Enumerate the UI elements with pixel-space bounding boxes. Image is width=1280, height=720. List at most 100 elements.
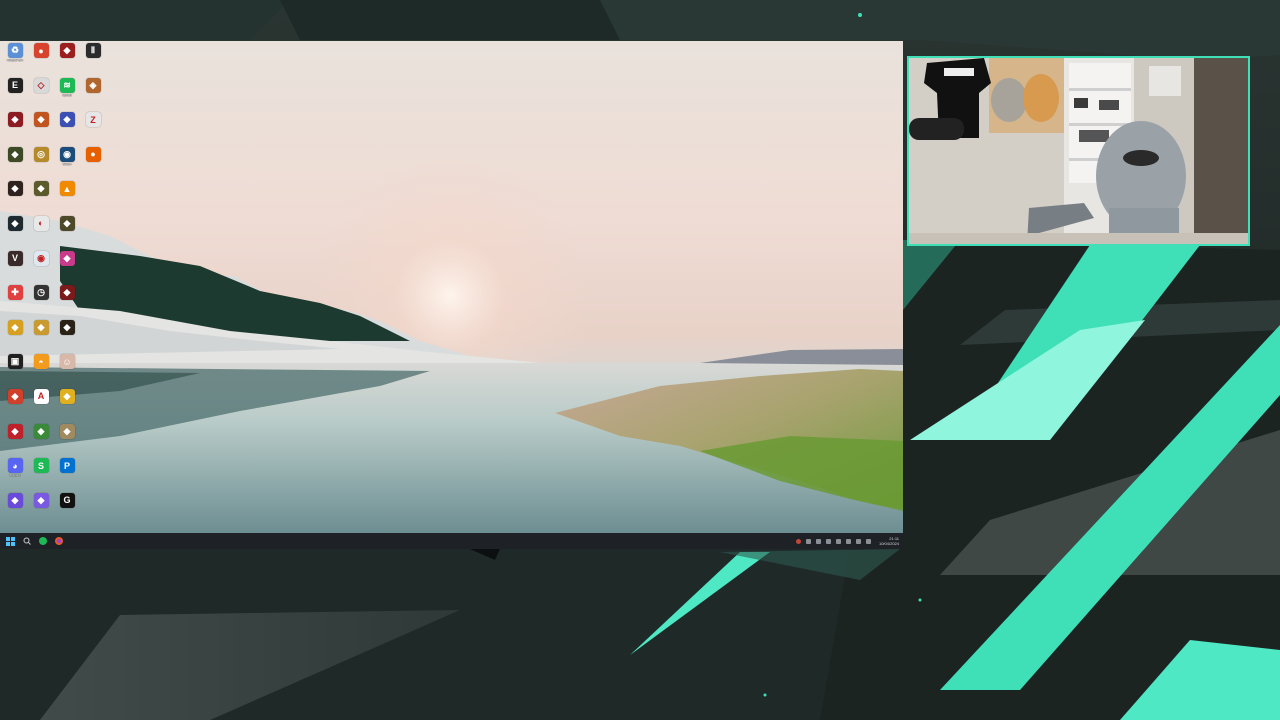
desktop-icon[interactable]: ●	[80, 146, 106, 182]
network-icon[interactable]	[845, 538, 851, 544]
tray-icon[interactable]	[835, 538, 841, 544]
desktop-icon[interactable]: A	[28, 388, 54, 424]
firefox-taskbar-button[interactable]	[54, 537, 63, 546]
desktop-icon[interactable]: Z	[80, 112, 106, 147]
desktop-icon[interactable]: ☺	[54, 354, 80, 389]
desktop-icon[interactable]: ◆	[54, 285, 80, 320]
desktop-icon[interactable]: ◇	[28, 77, 54, 113]
desktop-icon[interactable]: G	[54, 492, 80, 528]
spotify-taskbar-button[interactable]	[38, 537, 47, 546]
steam-icon: ◉	[59, 146, 75, 162]
game-pink-icon: ◆	[59, 250, 75, 266]
desktop-icon-label	[54, 301, 80, 309]
desktop-icon	[80, 458, 106, 493]
desktop-icon[interactable]: ◆	[54, 319, 80, 355]
desktop-icon-label	[28, 440, 54, 448]
desktop-icon[interactable]: ◕ Discord	[2, 458, 28, 493]
desktop-icon-label	[54, 509, 80, 517]
desktop-icon	[80, 320, 106, 355]
desktop-icon[interactable]: ≋ Spotify	[54, 77, 80, 113]
desktop-icon[interactable]: ◆	[28, 423, 54, 459]
desktop-icon[interactable]: E	[2, 77, 28, 113]
desktop-icon-label	[80, 128, 106, 136]
desktop-icon[interactable]: ◆	[2, 388, 28, 424]
search-button[interactable]	[22, 537, 31, 546]
tray-icon[interactable]	[825, 538, 831, 544]
desktop-icon[interactable]: ◆	[54, 215, 80, 251]
desktop-icon[interactable]: ◆	[54, 112, 80, 147]
desktop-icon[interactable]: ◆	[28, 181, 54, 216]
desktop-icon-label	[2, 509, 28, 517]
desktop-icon-label	[28, 163, 54, 171]
desktop-icon[interactable]: ◆	[54, 250, 80, 286]
desktop-icon[interactable]: ▣	[2, 354, 28, 389]
desktop-icon[interactable]: ◆	[28, 319, 54, 355]
desktop-icon-label	[54, 405, 80, 413]
desktop-icon[interactable]: ◓	[28, 354, 54, 389]
clock-date: 10/04/2024	[878, 541, 899, 546]
desktop-icon[interactable]: ◎	[28, 146, 54, 182]
desktop-icon	[80, 216, 106, 251]
desktop-icon[interactable]: ◆	[2, 112, 28, 147]
vlc-icon: ▲	[59, 181, 75, 197]
desktop-icon[interactable]: ◆	[2, 423, 28, 459]
spotify-icon	[38, 537, 47, 545]
desktop-icon[interactable]: ◆	[54, 388, 80, 424]
desktop-icon-label	[80, 59, 106, 67]
desktop-icon-label: Recycle Bin	[7, 59, 23, 62]
desktop-icon[interactable]: P	[54, 458, 80, 493]
desktop-icon-label	[54, 474, 80, 482]
taskbar-clock[interactable]: 21:11 10/04/2024	[879, 536, 899, 546]
z-app-icon: Z	[85, 112, 101, 128]
desktop-icon[interactable]: ◆	[2, 492, 28, 528]
desktop-icon-label	[2, 232, 28, 240]
desktop-icon[interactable]: ◆	[2, 181, 28, 216]
red-tray-icon[interactable]	[795, 538, 801, 544]
desktop-icon[interactable]: ◆	[28, 492, 54, 528]
desktop-icon	[80, 181, 106, 216]
game-red2-icon: ◆	[7, 112, 23, 128]
desktop-icon[interactable]: ◉ Steam	[54, 146, 80, 182]
search-icon	[23, 537, 31, 545]
desktop-icon[interactable]: V	[2, 250, 28, 286]
desktop-icon[interactable]: ◆	[28, 112, 54, 147]
desktop-icon-label	[28, 509, 54, 517]
game-yellow2-icon: ◆	[33, 319, 49, 335]
desktop-icon[interactable]: ◐	[28, 215, 54, 251]
game-orange-icon: ◈	[85, 77, 101, 93]
desktop-icon[interactable]: ♻ Recycle Bin	[2, 43, 28, 78]
desktop-icon-label	[2, 128, 28, 136]
game-dark2-icon: ◆	[7, 181, 23, 197]
desktop-icon[interactable]: ◆	[2, 319, 28, 355]
desktop-icon[interactable]: S	[28, 458, 54, 493]
desktop-icon[interactable]: ◆	[2, 146, 28, 182]
desktop-icon	[80, 424, 106, 459]
tray-icon[interactable]	[815, 538, 821, 544]
desktop-icon[interactable]: Ⅱ	[80, 43, 106, 78]
desktop-icon[interactable]: ◆	[54, 423, 80, 459]
game-orange2-icon: ◆	[33, 112, 49, 128]
desktop-screen-capture: ♻ Recycle Bin ● ◆ Ⅱ E ◇ ≋ Spotify ◈ ◆ ◆ ◆ Z ◆ ◎ ◉ Steam ● ◆…	[0, 41, 903, 549]
desktop-icon[interactable]: ◈	[80, 77, 106, 113]
game-a-icon: A	[33, 388, 49, 404]
desktop-icon[interactable]: ●	[28, 43, 54, 78]
game-gold-icon: ◎	[33, 146, 49, 162]
desktop-icon-label	[28, 370, 54, 378]
desktop-icon[interactable]: ✚	[2, 285, 28, 320]
desktop-icon[interactable]: ▲	[54, 181, 80, 216]
app-red-circle-icon: ●	[33, 43, 49, 58]
desktop-icon[interactable]: ◆	[2, 215, 28, 251]
desktop-icon[interactable]: ◷	[28, 285, 54, 320]
app-dark-box-icon: ▣	[7, 354, 23, 370]
volume-icon[interactable]	[855, 538, 861, 544]
battery-icon[interactable]	[865, 538, 871, 544]
desktop-icon[interactable]: ◆	[54, 43, 80, 78]
tray-icon[interactable]	[805, 538, 811, 544]
desktop-icon-label	[28, 267, 54, 275]
playstation-icon: P	[59, 458, 75, 474]
desktop-icon[interactable]: ◉	[28, 250, 54, 286]
desktop-icon-label	[28, 59, 54, 67]
game-gold2-icon: ◆	[59, 388, 75, 404]
start-button[interactable]	[6, 536, 15, 546]
desktop-icon-label	[28, 474, 54, 482]
